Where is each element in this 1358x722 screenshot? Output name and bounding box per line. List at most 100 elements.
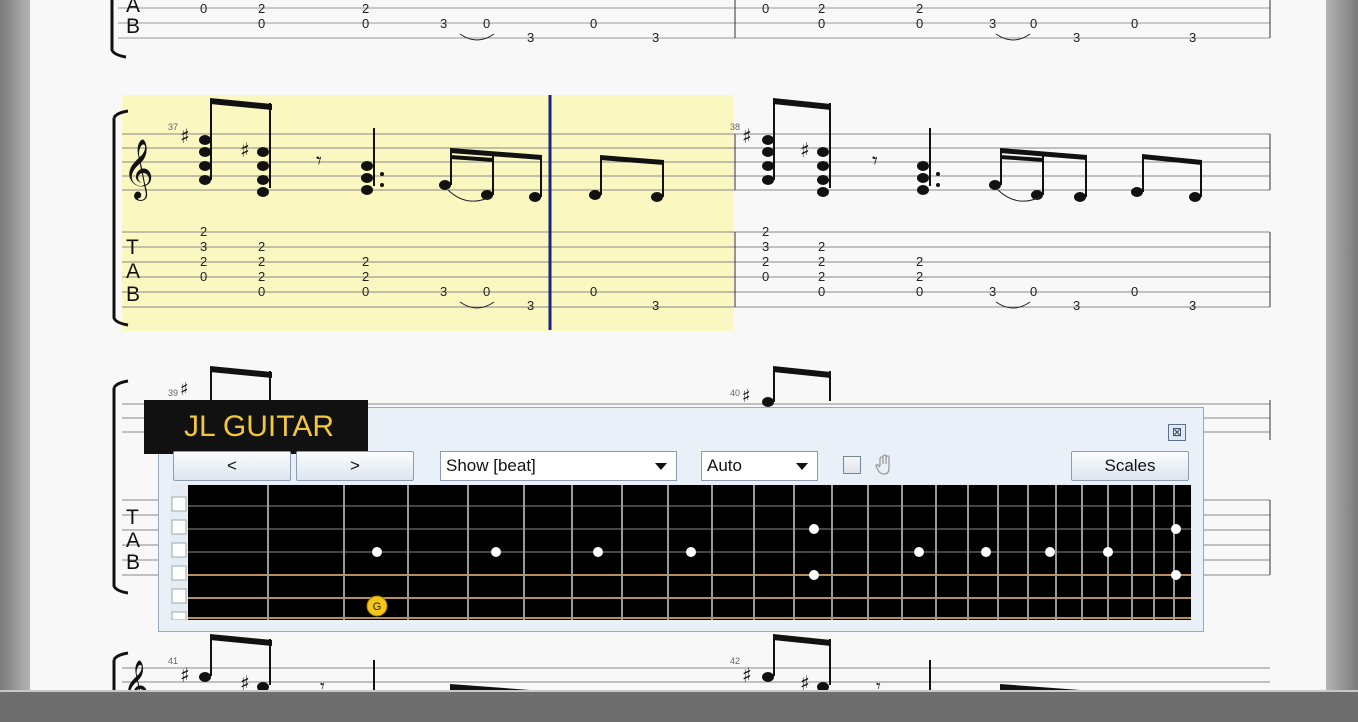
auto-mode-select[interactable]: Auto <box>701 451 818 481</box>
svg-text:♯: ♯ <box>800 138 810 162</box>
tab-note: 3 <box>440 284 447 299</box>
show-mode-value: Show [beat] <box>446 456 536 475</box>
svg-text:♯: ♯ <box>742 124 752 148</box>
svg-text:𝄾: 𝄾 <box>876 676 881 690</box>
tab-note: 0 <box>200 269 207 284</box>
svg-text:𝄾: 𝄾 <box>320 676 325 690</box>
selection-highlight <box>122 95 734 331</box>
watermark-logo: JL GUITAR <box>144 400 368 454</box>
tab-note: 2 <box>916 254 923 269</box>
scales-button[interactable]: Scales <box>1071 451 1189 481</box>
tab-note: 2 <box>916 1 923 16</box>
fretboard: G <box>170 484 1192 620</box>
svg-text:𝄾: 𝄾 <box>316 149 322 174</box>
bar-number: 37 <box>168 122 178 132</box>
tab-letter-b2: B <box>126 551 140 574</box>
tab-letter-b0: B <box>126 15 140 38</box>
svg-text:♯: ♯ <box>180 379 189 400</box>
tab-note: 0 <box>200 1 207 16</box>
tab-letter-t2: T <box>126 506 139 529</box>
svg-text:♯: ♯ <box>742 663 752 687</box>
tab-note: 3 <box>1073 298 1080 313</box>
tab-note: 2 <box>818 254 825 269</box>
tab-note: 0 <box>1030 16 1037 31</box>
tab-note: 3 <box>1073 30 1080 45</box>
tab-note: 2 <box>818 239 825 254</box>
tab-note: 3 <box>989 284 996 299</box>
tab-note: 0 <box>1030 284 1037 299</box>
tab-note: 2 <box>762 224 769 239</box>
tab-note: 3 <box>652 298 659 313</box>
system-1: 𝄞 37 38 ♯ ♯ 𝄾 ♯ ♯ 𝄾 T A B 2 3 2 0 2 2 2 … <box>112 95 1271 331</box>
tab-note: 0 <box>258 284 265 299</box>
close-icon[interactable]: ⊠ <box>1168 424 1186 441</box>
tab-note: 2 <box>362 1 369 16</box>
tab-note: 2 <box>818 1 825 16</box>
svg-text:♯: ♯ <box>180 663 190 687</box>
bar-number: 39 <box>168 388 178 398</box>
tab-note: 0 <box>818 284 825 299</box>
tab-letter-t: T <box>126 236 139 259</box>
tab-note: 3 <box>200 239 207 254</box>
bar-number: 41 <box>168 656 178 666</box>
tab-note: 3 <box>989 16 996 31</box>
tab-note: 0 <box>1131 284 1138 299</box>
tab-note: 0 <box>916 284 923 299</box>
svg-text:𝄾: 𝄾 <box>872 149 878 174</box>
tab-letter-a2: A <box>126 529 140 552</box>
chevron-down-icon <box>655 463 667 470</box>
tab-note: 2 <box>362 269 369 284</box>
tab-note: 0 <box>258 16 265 31</box>
tab-note: 3 <box>527 298 534 313</box>
tab-note: 3 <box>440 16 447 31</box>
tab-note: 0 <box>483 16 490 31</box>
system-0: A B 0 2 0 2 0 3 0 3 0 3 0 2 0 2 0 3 0 3 <box>110 0 1271 59</box>
next-beat-button[interactable]: > <box>296 451 414 481</box>
tab-note: 2 <box>258 1 265 16</box>
svg-text:♯: ♯ <box>800 671 810 690</box>
svg-text:𝄞: 𝄞 <box>123 660 149 690</box>
tab-note: 2 <box>916 269 923 284</box>
right-margin <box>1326 0 1358 690</box>
status-bar <box>0 690 1358 722</box>
prev-beat-button[interactable]: < <box>173 451 291 481</box>
option-checkbox[interactable] <box>843 456 861 474</box>
tab-note: 2 <box>818 269 825 284</box>
tab-note: 3 <box>1189 30 1196 45</box>
tab-note: 2 <box>362 254 369 269</box>
svg-text:♯: ♯ <box>240 138 250 162</box>
tab-note: 3 <box>762 239 769 254</box>
tab-note: 0 <box>818 16 825 31</box>
played-note-marker[interactable]: G <box>366 595 388 617</box>
tab-note: 0 <box>362 16 369 31</box>
tab-note: 2 <box>200 224 207 239</box>
note-label: G <box>373 601 382 613</box>
tab-note: 3 <box>1189 298 1196 313</box>
tab-note: 0 <box>590 16 597 31</box>
tab-note: 0 <box>762 269 769 284</box>
tab-note: 2 <box>258 269 265 284</box>
auto-mode-value: Auto <box>707 456 742 475</box>
tab-note: 0 <box>916 16 923 31</box>
tab-letter-b: B <box>126 283 140 306</box>
tab-note: 2 <box>258 254 265 269</box>
hand-icon[interactable] <box>874 454 894 476</box>
tab-note: 0 <box>483 284 490 299</box>
tab-note: 0 <box>762 1 769 16</box>
tab-note: 2 <box>200 254 207 269</box>
svg-text:♯: ♯ <box>240 671 250 690</box>
show-mode-select[interactable]: Show [beat] <box>440 451 677 481</box>
tab-note: 0 <box>1131 16 1138 31</box>
tab-note: 0 <box>362 284 369 299</box>
tab-note: 3 <box>527 30 534 45</box>
system-3: 𝄞 41 42 ♯ ♯ 𝄾 ♯ ♯ 𝄾 <box>112 634 1270 690</box>
tab-note: 2 <box>258 239 265 254</box>
chevron-down-icon <box>796 463 808 470</box>
svg-text:𝄞: 𝄞 <box>123 139 154 201</box>
bar38-tab-numbers: 2 3 2 0 2 2 2 0 2 2 0 3 0 3 0 3 <box>762 224 1196 313</box>
tab-letter-a: A <box>126 260 140 283</box>
tab-note: 2 <box>762 254 769 269</box>
svg-text:♯: ♯ <box>742 386 751 407</box>
left-margin <box>0 0 30 690</box>
bar-number: 42 <box>730 656 740 666</box>
